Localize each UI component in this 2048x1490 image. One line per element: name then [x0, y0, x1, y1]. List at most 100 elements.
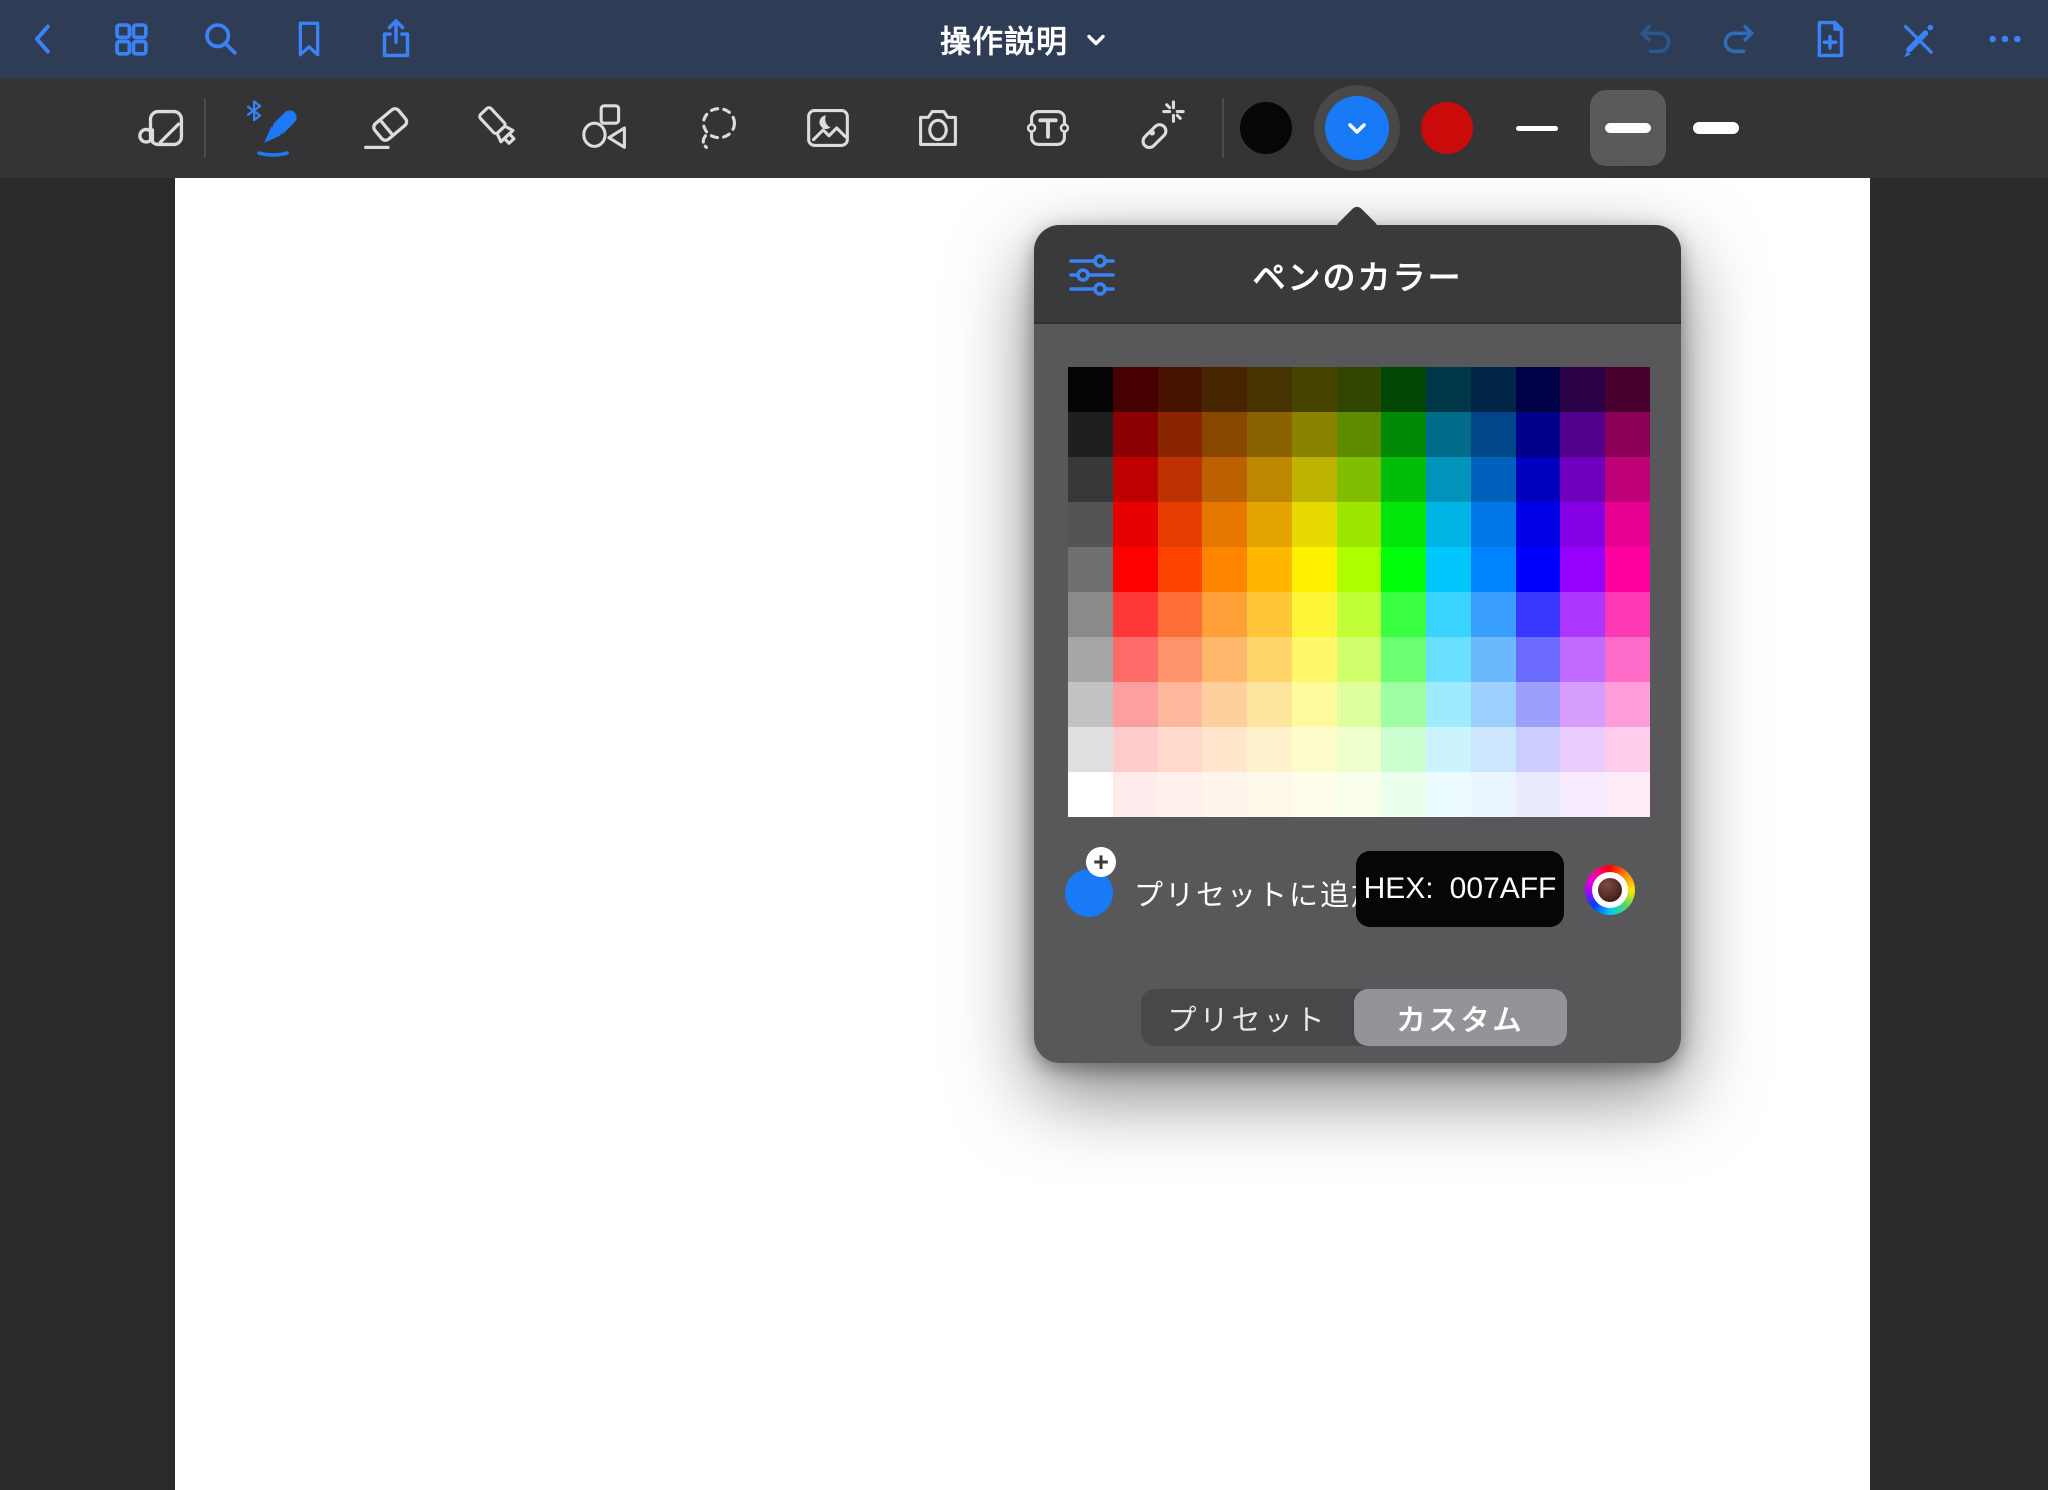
color-swatch[interactable]	[1158, 367, 1203, 412]
color-swatch[interactable]	[1560, 772, 1605, 817]
color-swatch[interactable]	[1605, 502, 1650, 547]
shapes-tool-button[interactable]	[571, 92, 643, 164]
image-tool-button[interactable]	[792, 92, 864, 164]
color-swatch[interactable]	[1605, 457, 1650, 502]
color-swatch[interactable]	[1560, 637, 1605, 682]
color-wheel-button[interactable]	[1585, 865, 1635, 915]
color-swatch[interactable]	[1068, 772, 1113, 817]
document-title-button[interactable]: 操作説明	[934, 16, 1114, 63]
color-swatch[interactable]	[1113, 412, 1158, 457]
color-swatch[interactable]	[1471, 367, 1516, 412]
color-swatch[interactable]	[1381, 727, 1426, 772]
color-swatch[interactable]	[1381, 592, 1426, 637]
color-swatch[interactable]	[1247, 727, 1292, 772]
color-swatch[interactable]	[1605, 547, 1650, 592]
color-swatch[interactable]	[1516, 682, 1561, 727]
color-swatch[interactable]	[1516, 727, 1561, 772]
tab-preset[interactable]: プリセット	[1141, 989, 1354, 1046]
color-swatch[interactable]	[1426, 592, 1471, 637]
color-swatch[interactable]	[1337, 772, 1382, 817]
color-swatch[interactable]	[1471, 457, 1516, 502]
color-swatch[interactable]	[1158, 682, 1203, 727]
color-swatch[interactable]	[1337, 727, 1382, 772]
pen-color-red[interactable]	[1421, 102, 1473, 154]
redo-button[interactable]	[1707, 5, 1775, 73]
camera-tool-button[interactable]	[902, 92, 974, 164]
color-swatch[interactable]	[1337, 547, 1382, 592]
color-swatch[interactable]	[1113, 457, 1158, 502]
color-swatch[interactable]	[1158, 412, 1203, 457]
color-swatch[interactable]	[1381, 637, 1426, 682]
color-swatch[interactable]	[1247, 502, 1292, 547]
laser-pointer-tool-button[interactable]	[1122, 92, 1194, 164]
color-swatch[interactable]	[1292, 367, 1337, 412]
color-swatch[interactable]	[1113, 772, 1158, 817]
color-swatch[interactable]	[1202, 637, 1247, 682]
color-swatch[interactable]	[1605, 682, 1650, 727]
add-page-button[interactable]	[1796, 5, 1864, 73]
color-swatch[interactable]	[1337, 457, 1382, 502]
eraser-tool-button[interactable]	[351, 92, 423, 164]
color-swatch[interactable]	[1471, 727, 1516, 772]
color-swatch[interactable]	[1292, 502, 1337, 547]
color-swatch[interactable]	[1113, 367, 1158, 412]
color-swatch[interactable]	[1516, 412, 1561, 457]
color-swatch[interactable]	[1516, 547, 1561, 592]
thumbnails-button[interactable]	[97, 5, 165, 73]
color-swatch[interactable]	[1381, 457, 1426, 502]
color-swatch[interactable]	[1068, 412, 1113, 457]
color-swatch[interactable]	[1605, 367, 1650, 412]
pen-settings-button[interactable]	[1066, 251, 1118, 299]
color-swatch[interactable]	[1202, 412, 1247, 457]
color-swatch[interactable]	[1560, 412, 1605, 457]
color-swatch[interactable]	[1158, 502, 1203, 547]
color-swatch[interactable]	[1292, 457, 1337, 502]
color-swatch[interactable]	[1158, 592, 1203, 637]
stroke-width-thick[interactable]	[1686, 98, 1746, 158]
color-swatch[interactable]	[1605, 637, 1650, 682]
color-swatch[interactable]	[1605, 412, 1650, 457]
color-swatch[interactable]	[1426, 412, 1471, 457]
color-swatch[interactable]	[1516, 592, 1561, 637]
color-swatch[interactable]	[1426, 637, 1471, 682]
text-tool-button[interactable]	[1012, 92, 1084, 164]
color-swatch[interactable]	[1068, 592, 1113, 637]
current-color-swatch[interactable]: +	[1065, 869, 1113, 917]
color-swatch[interactable]	[1560, 457, 1605, 502]
color-swatch[interactable]	[1426, 772, 1471, 817]
color-swatch[interactable]	[1471, 412, 1516, 457]
color-swatch[interactable]	[1202, 457, 1247, 502]
color-swatch[interactable]	[1292, 547, 1337, 592]
color-swatch[interactable]	[1426, 682, 1471, 727]
color-swatch[interactable]	[1471, 592, 1516, 637]
color-swatch[interactable]	[1068, 637, 1113, 682]
color-swatch[interactable]	[1337, 367, 1382, 412]
color-swatch[interactable]	[1471, 772, 1516, 817]
color-swatch[interactable]	[1202, 772, 1247, 817]
color-swatch[interactable]	[1292, 637, 1337, 682]
color-swatch[interactable]	[1113, 592, 1158, 637]
color-swatch[interactable]	[1068, 367, 1113, 412]
color-swatch[interactable]	[1337, 637, 1382, 682]
color-swatch[interactable]	[1381, 547, 1426, 592]
color-swatch[interactable]	[1381, 682, 1426, 727]
color-swatch[interactable]	[1202, 727, 1247, 772]
color-swatch[interactable]	[1560, 727, 1605, 772]
color-swatch[interactable]	[1158, 727, 1203, 772]
color-swatch[interactable]	[1516, 457, 1561, 502]
search-button[interactable]	[187, 5, 255, 73]
color-swatch[interactable]	[1247, 547, 1292, 592]
highlighter-tool-button[interactable]	[464, 92, 536, 164]
color-swatch[interactable]	[1426, 502, 1471, 547]
undo-button[interactable]	[1619, 5, 1687, 73]
color-swatch[interactable]	[1113, 727, 1158, 772]
stroke-width-medium-selected[interactable]	[1590, 90, 1666, 166]
color-swatch[interactable]	[1068, 727, 1113, 772]
color-swatch[interactable]	[1426, 727, 1471, 772]
color-swatch[interactable]	[1292, 727, 1337, 772]
bookmark-button[interactable]	[275, 5, 343, 73]
color-swatch[interactable]	[1426, 547, 1471, 592]
tab-custom[interactable]: カスタム	[1354, 989, 1567, 1046]
color-swatch[interactable]	[1202, 592, 1247, 637]
color-swatch[interactable]	[1113, 547, 1158, 592]
